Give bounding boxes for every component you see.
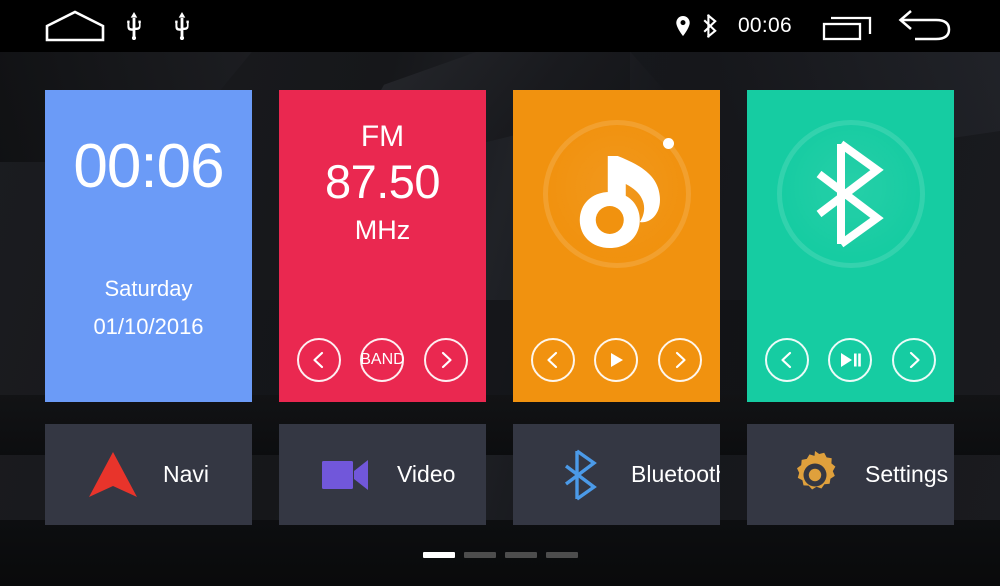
head-unit-home-screen: 00:06 00:06 Saturday 01/10/2016 FM 87.50… <box>0 0 1000 586</box>
bt-next-button[interactable] <box>892 338 937 382</box>
page-dash-3[interactable] <box>504 552 537 558</box>
play-pause-icon <box>841 353 862 367</box>
bt-playpause-button[interactable] <box>828 338 873 382</box>
app-tile-bluetooth[interactable]: Bluetooth <box>513 424 720 525</box>
app-tile-navi[interactable]: Navi <box>45 424 252 525</box>
radio-band-button[interactable]: BAND <box>360 338 405 382</box>
status-bar-left-group <box>0 0 206 52</box>
radio-prev-button[interactable] <box>296 338 341 382</box>
chevron-left-icon <box>313 351 323 369</box>
music-tile[interactable] <box>513 90 720 402</box>
page-indicator <box>0 548 1000 562</box>
radio-next-button[interactable] <box>424 338 469 382</box>
page-dash-2[interactable] <box>463 552 496 558</box>
bluetooth-icon <box>816 140 884 248</box>
video-camera-icon <box>321 449 373 501</box>
app-tile-settings-label: Settings <box>865 461 949 487</box>
usb-icon-2[interactable] <box>158 0 206 52</box>
radio-controls: BAND <box>279 338 486 382</box>
status-bar: 00:06 <box>0 0 1000 52</box>
app-tile-navi-label: Navi <box>163 461 210 487</box>
bluetooth-status-icon <box>696 0 726 52</box>
music-disc-area <box>513 112 720 282</box>
back-arrow-icon[interactable] <box>884 0 966 52</box>
location-pin-icon <box>670 0 696 52</box>
bluetooth-controls <box>747 338 954 382</box>
home-icon[interactable] <box>40 0 110 52</box>
bt-prev-button[interactable] <box>764 338 809 382</box>
chevron-right-icon <box>910 351 920 369</box>
chevron-right-icon <box>442 351 452 369</box>
navigation-arrow-icon <box>87 449 139 501</box>
app-tile-video-label: Video <box>397 461 456 487</box>
chevron-left-icon <box>781 351 791 369</box>
page-dash-4[interactable] <box>545 552 578 558</box>
recent-apps-icon[interactable] <box>810 0 884 52</box>
status-bar-right-group: 00:06 <box>670 0 1000 52</box>
clock-tile[interactable]: 00:06 Saturday 01/10/2016 <box>45 90 252 402</box>
radio-band-button-label: BAND <box>360 351 405 368</box>
radio-tile[interactable]: FM 87.50 MHz BAND <box>279 90 486 402</box>
chevron-left-icon <box>547 351 557 369</box>
clock-tile-time: 00:06 <box>73 132 224 201</box>
app-tile-settings[interactable]: Settings <box>747 424 954 525</box>
gear-icon <box>789 449 841 501</box>
music-note-icon <box>579 156 660 248</box>
music-play-button[interactable] <box>594 338 639 382</box>
clock-tile-weekday: Saturday <box>104 276 193 301</box>
clock-tile-date: 01/10/2016 <box>93 314 204 339</box>
app-tile-video[interactable]: Video <box>279 424 486 525</box>
chevron-right-icon <box>676 351 686 369</box>
usb-icon-1[interactable] <box>110 0 158 52</box>
music-controls <box>513 338 720 382</box>
app-tile-bluetooth-label: Bluetooth <box>631 461 720 487</box>
bluetooth-tile[interactable] <box>747 90 954 402</box>
music-progress-dot <box>662 138 674 149</box>
radio-band-label: FM <box>360 120 405 153</box>
music-prev-button[interactable] <box>530 338 575 382</box>
play-icon <box>611 353 624 367</box>
radio-frequency: 87.50 <box>324 155 441 208</box>
bluetooth-icon <box>555 449 607 501</box>
page-dash-1[interactable] <box>422 552 455 558</box>
radio-unit-label: MHz <box>354 215 411 245</box>
music-next-button[interactable] <box>658 338 703 382</box>
status-bar-clock: 00:06 <box>737 14 792 37</box>
